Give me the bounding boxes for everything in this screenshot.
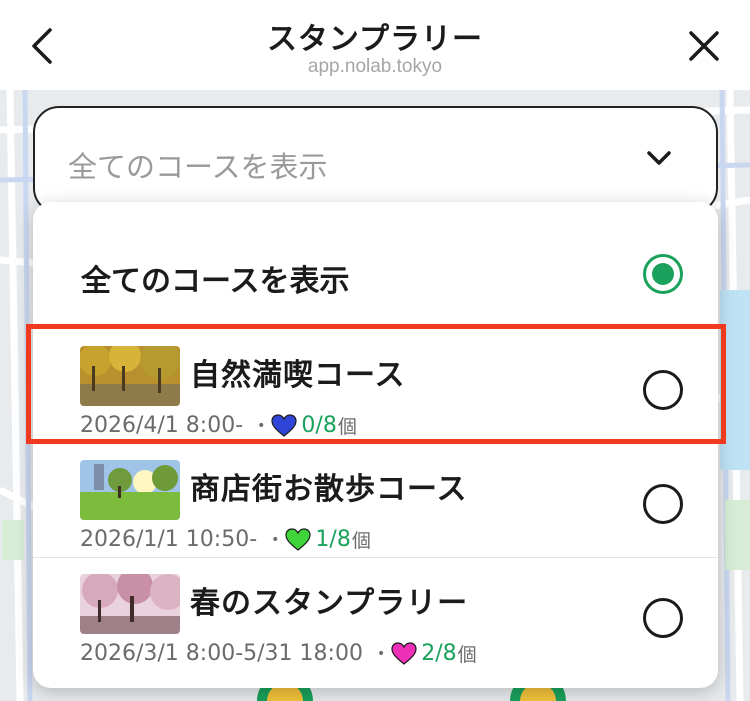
course-name: 商店街お散歩コース bbox=[190, 472, 468, 507]
course-schedule: 2026/4/1 8:00- bbox=[80, 413, 244, 438]
course-meta: 2026/3/1 8:00-5/31 18:00 • 2/8 個 bbox=[80, 640, 477, 667]
meta-separator: • bbox=[376, 645, 386, 662]
stamp-unit: 個 bbox=[351, 530, 371, 552]
close-button[interactable] bbox=[682, 24, 726, 68]
page-url: app.nolab.tokyo bbox=[307, 56, 443, 77]
option-course-shopping[interactable]: 商店街お散歩コース 2026/1/1 10:50- • 1/8 個 bbox=[33, 444, 718, 556]
radio-selected-icon[interactable] bbox=[643, 254, 683, 294]
course-meta: 2026/1/1 10:50- • 1/8 個 bbox=[80, 526, 371, 553]
meta-separator: • bbox=[271, 531, 280, 548]
course-schedule: 2026/3/1 8:00-5/31 18:00 bbox=[80, 641, 363, 666]
radio-unselected-icon[interactable] bbox=[643, 598, 683, 638]
stamp-unit: 個 bbox=[457, 644, 477, 666]
heart-icon bbox=[271, 414, 298, 437]
stamp-progress: 2/8 bbox=[421, 641, 457, 666]
course-select[interactable]: 全てのコースを表示 bbox=[33, 106, 718, 214]
close-icon bbox=[689, 31, 719, 61]
course-thumbnail bbox=[80, 346, 180, 406]
course-select-value: 全てのコースを表示 bbox=[68, 150, 328, 184]
app-header: スタンプラリー app.nolab.tokyo bbox=[0, 0, 750, 90]
course-name: 春のスタンプラリー bbox=[190, 586, 469, 621]
heart-icon bbox=[391, 642, 417, 665]
option-all-courses[interactable]: 全てのコースを表示 bbox=[33, 202, 718, 322]
stamp-progress: 1/8 bbox=[315, 527, 351, 552]
stamp-progress: 0/8 bbox=[301, 413, 337, 438]
chevron-down-icon bbox=[647, 151, 671, 165]
course-thumbnail bbox=[80, 460, 180, 520]
option-all-courses-label: 全てのコースを表示 bbox=[81, 264, 350, 299]
heart-icon bbox=[285, 528, 312, 551]
page-title: スタンプラリー bbox=[266, 22, 484, 57]
stamp-unit: 個 bbox=[337, 416, 357, 438]
course-name: 自然満喫コース bbox=[190, 358, 406, 393]
course-thumbnail bbox=[80, 574, 180, 634]
course-dropdown-menu: 全てのコースを表示 自然満喫コース 2026/4/1 8:00- • 0/8 個… bbox=[33, 202, 718, 688]
option-course-spring[interactable]: 春のスタンプラリー 2026/3/1 8:00-5/31 18:00 • 2/8… bbox=[33, 558, 718, 670]
radio-unselected-icon[interactable] bbox=[643, 370, 683, 410]
option-course-nature[interactable]: 自然満喫コース 2026/4/1 8:00- • 0/8 個 bbox=[33, 330, 718, 442]
meta-separator: • bbox=[257, 417, 266, 434]
course-schedule: 2026/1/1 10:50- bbox=[80, 527, 258, 552]
course-meta: 2026/4/1 8:00- • 0/8 個 bbox=[80, 412, 357, 439]
radio-unselected-icon[interactable] bbox=[643, 484, 683, 524]
